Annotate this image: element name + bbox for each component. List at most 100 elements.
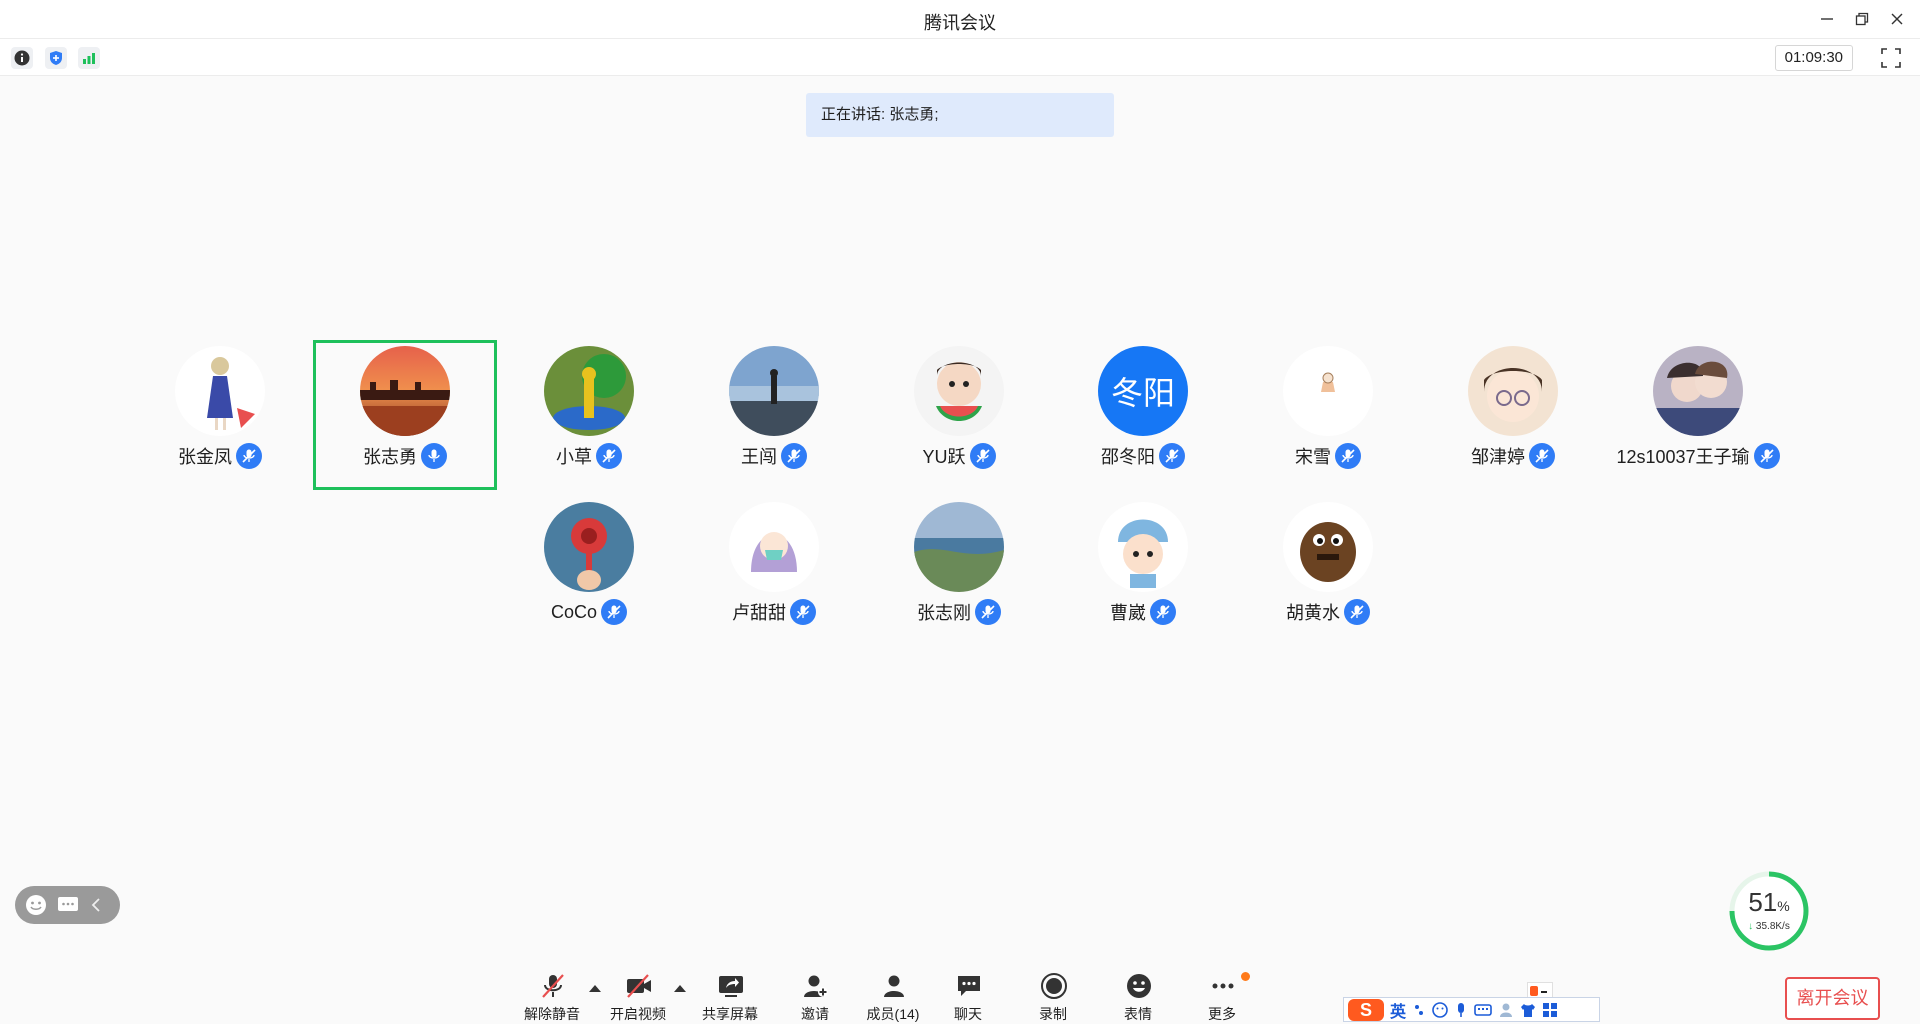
participant-tile[interactable]: 王闯: [682, 340, 866, 490]
record-label: 录制: [1039, 1006, 1067, 1022]
signal-button[interactable]: [78, 47, 100, 69]
chat-bubble-icon[interactable]: [57, 894, 79, 916]
toolbox-grid-icon[interactable]: [1542, 1002, 1558, 1018]
mic-muted-icon[interactable]: [781, 443, 807, 469]
window-title: 腾讯会议: [924, 13, 996, 33]
anime-girl-avatar-icon: [175, 346, 265, 436]
participant-name: 王闯: [741, 447, 777, 467]
participant-tile[interactable]: 张金凤: [128, 340, 312, 490]
audio-options-caret-icon[interactable]: [589, 985, 601, 992]
participant-name: CoCo: [550, 601, 598, 622]
participant-name-row: 张金凤: [128, 442, 312, 470]
participant-name-row: CoCo: [497, 598, 681, 626]
participant-name-row: 曹崴: [1051, 598, 1235, 626]
members-icon: [884, 975, 904, 997]
mic-muted-icon[interactable]: [596, 443, 622, 469]
share-screen-button[interactable]: 共享屏幕: [695, 960, 765, 1022]
floating-reaction-bar: [15, 886, 120, 924]
invite-label: 邀请: [801, 1006, 829, 1022]
reactions-button[interactable]: 表情: [1103, 960, 1173, 1022]
participant-tile[interactable]: CoCo: [497, 496, 681, 646]
mic-muted-icon[interactable]: [1159, 443, 1185, 469]
ime-mode[interactable]: 英: [1390, 998, 1406, 1022]
participant-tile[interactable]: 小草: [497, 340, 681, 490]
speaking-banner: 正在讲话: 张志勇;: [806, 93, 1114, 137]
network-percent-row: 51%: [1729, 887, 1809, 918]
participant-tile[interactable]: 曹崴: [1051, 496, 1235, 646]
avatar: [360, 346, 450, 436]
mic-muted-icon[interactable]: [975, 599, 1001, 625]
participant-name: 邵冬阳: [1101, 447, 1155, 467]
participant-tile[interactable]: 宋雪: [1236, 340, 1420, 490]
restore-button[interactable]: [1851, 8, 1873, 30]
brown-monster-avatar-icon: [1283, 502, 1373, 592]
participant-name: 邹津婷: [1471, 447, 1525, 467]
skin-shirt-icon[interactable]: [1520, 1002, 1536, 1018]
leave-meeting-button[interactable]: 离开会议: [1785, 977, 1880, 1020]
mic-muted-icon[interactable]: [236, 443, 262, 469]
emoji-face-icon[interactable]: [25, 894, 47, 916]
network-quality-indicator: 51% ↓ 35.8K/s: [1729, 871, 1809, 951]
close-button[interactable]: [1886, 8, 1908, 30]
coastline-avatar-icon: [914, 502, 1004, 592]
mic-muted-icon[interactable]: [1344, 599, 1370, 625]
sunset-pier-avatar-icon: [360, 346, 450, 436]
mic-muted-icon[interactable]: [969, 443, 996, 469]
mic-muted-icon[interactable]: [790, 599, 816, 625]
participant-tile[interactable]: 12s10037王子瑜: [1606, 340, 1790, 490]
unmute-label: 解除静音: [524, 1006, 580, 1022]
participant-name: 小草: [556, 447, 592, 467]
members-button[interactable]: 成员(14): [858, 960, 928, 1022]
two-friends-photo-avatar-icon: [1653, 346, 1743, 436]
hand-fan-avatar-icon: [544, 502, 634, 592]
smiley-icon[interactable]: [1432, 1001, 1448, 1018]
participant-name-row: 卢甜甜: [682, 598, 866, 626]
participant-tile[interactable]: 冬阳 邵冬阳: [1051, 340, 1235, 490]
participant-tile[interactable]: 胡黄水: [1236, 496, 1420, 646]
participant-name-row: YU跃: [867, 442, 1051, 470]
participant-name: 张志勇: [363, 447, 417, 467]
participant-tile[interactable]: 卢甜甜: [682, 496, 866, 646]
unmute-button[interactable]: 解除静音: [517, 960, 587, 1022]
avatar: [1283, 346, 1373, 436]
cartoon-girl-glasses-avatar-icon: [1468, 346, 1558, 436]
mic-slash-icon: [1759, 449, 1774, 463]
more-button[interactable]: 更多: [1187, 960, 1257, 1022]
mic-muted-icon[interactable]: [601, 599, 628, 625]
mic-muted-icon[interactable]: [1335, 443, 1361, 469]
participant-tile[interactable]: 邹津婷: [1421, 340, 1605, 490]
minimize-button[interactable]: [1816, 8, 1838, 30]
participant-name-row: 小草: [497, 442, 681, 470]
mic-slash-icon: [602, 449, 616, 463]
participant-tile-speaking[interactable]: 张志勇: [313, 340, 497, 490]
emoji-icon: [1127, 974, 1151, 998]
participant-tile[interactable]: YU跃: [867, 340, 1051, 490]
chat-button[interactable]: 聊天: [933, 960, 1003, 1022]
download-arrow-icon: ↓: [1748, 921, 1754, 932]
invite-button[interactable]: 邀请: [780, 960, 850, 1022]
participant-tile[interactable]: 张志刚: [867, 496, 1051, 646]
mic-active-icon[interactable]: [421, 443, 447, 469]
video-off-icon: [627, 974, 651, 998]
punctuation-icon[interactable]: [1412, 1003, 1426, 1017]
video-options-caret-icon[interactable]: [674, 985, 686, 992]
security-button[interactable]: [45, 47, 67, 69]
participant-name: 曹崴: [1110, 603, 1146, 623]
meeting-info-bar: 01:09:30: [0, 39, 1920, 76]
participant-name: 胡黄水: [1286, 603, 1340, 623]
collapse-chevron-icon[interactable]: [89, 894, 103, 916]
small-doodle-avatar-icon: [1283, 346, 1373, 436]
ime-logo-icon[interactable]: S: [1348, 998, 1384, 1021]
title-bar: 腾讯会议: [0, 0, 1920, 39]
voice-input-icon[interactable]: [1454, 1002, 1468, 1018]
mic-muted-icon[interactable]: [1150, 599, 1176, 625]
start-video-button[interactable]: 开启视频: [603, 960, 673, 1022]
network-percent-unit: %: [1777, 898, 1790, 914]
mic-muted-icon[interactable]: [1753, 443, 1780, 469]
mic-muted-icon[interactable]: [1529, 443, 1555, 469]
fullscreen-button[interactable]: [1880, 47, 1902, 69]
record-button[interactable]: 录制: [1018, 960, 1088, 1022]
meeting-info-button[interactable]: [11, 47, 33, 69]
user-icon[interactable]: [1498, 1002, 1514, 1018]
keyboard-icon[interactable]: [1474, 1003, 1492, 1017]
